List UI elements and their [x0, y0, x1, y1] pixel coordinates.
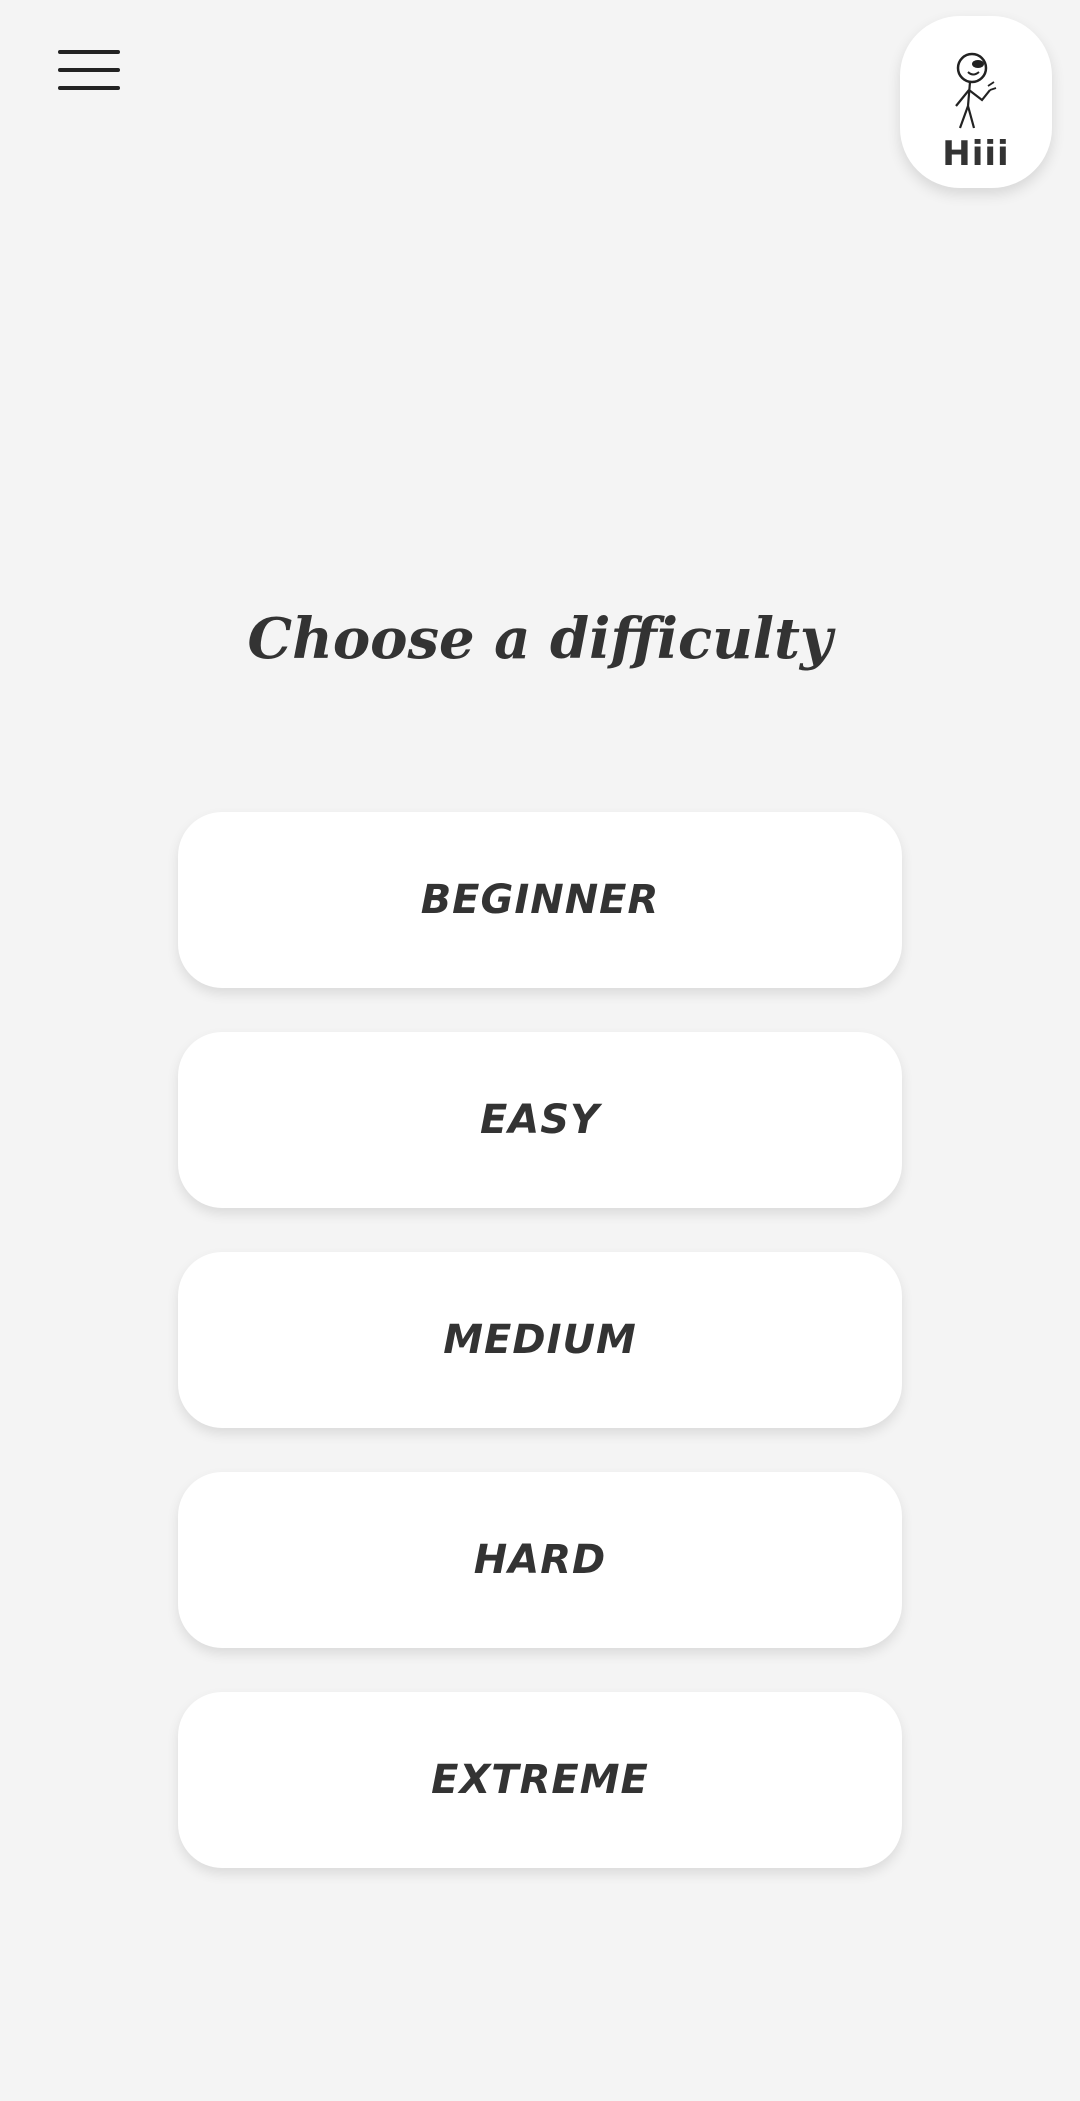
difficulty-label: BEGINNER: [420, 877, 660, 923]
hamburger-menu-line: [58, 68, 120, 72]
difficulty-label: HARD: [473, 1537, 607, 1583]
difficulty-extreme-button[interactable]: EXTREME: [178, 1692, 902, 1868]
difficulty-label: EASY: [479, 1097, 601, 1143]
avatar-button[interactable]: Hiii: [900, 16, 1052, 188]
page-title: Choose a difficulty: [247, 606, 833, 672]
difficulty-label: MEDIUM: [443, 1317, 637, 1363]
difficulty-hard-button[interactable]: HARD: [178, 1472, 902, 1648]
difficulty-label: EXTREME: [431, 1757, 649, 1803]
hamburger-menu-icon: [58, 50, 120, 54]
difficulty-options: BEGINNER EASY MEDIUM HARD EXTREME: [178, 812, 902, 1912]
difficulty-beginner-button[interactable]: BEGINNER: [178, 812, 902, 988]
menu-button[interactable]: [50, 40, 128, 100]
difficulty-medium-button[interactable]: MEDIUM: [178, 1252, 902, 1428]
stick-figure-icon: [955, 52, 997, 129]
avatar-label: Hiii: [942, 134, 1010, 174]
hamburger-menu-line: [58, 86, 120, 90]
difficulty-easy-button[interactable]: EASY: [178, 1032, 902, 1208]
